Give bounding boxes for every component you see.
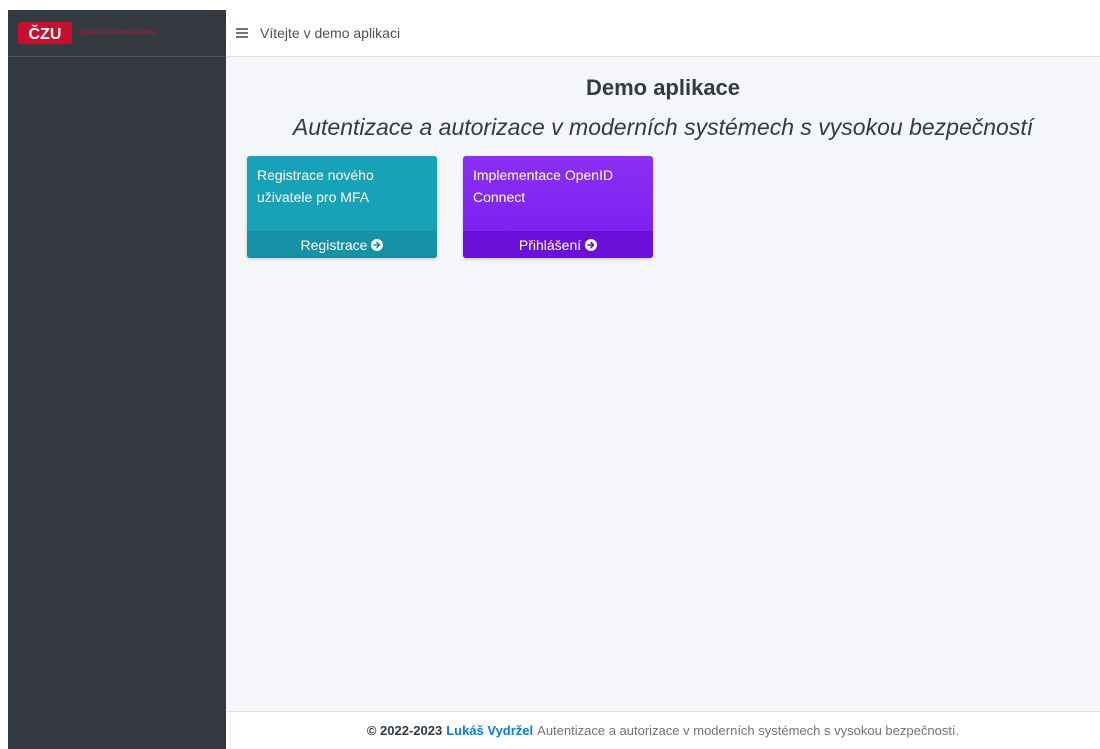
login-link[interactable]: Přihlášení — [463, 231, 653, 258]
registration-link[interactable]: Registrace — [247, 231, 437, 258]
registration-link-label: Registrace — [300, 236, 368, 253]
footer-author-link[interactable]: Lukáš Vydržel — [446, 723, 533, 738]
arrow-circle-right-icon — [371, 238, 384, 251]
menu-icon[interactable] — [236, 28, 248, 38]
page-title: Demo aplikace — [585, 75, 741, 100]
top-navbar: Vítejte v demo aplikaci — [226, 10, 1100, 57]
footer-copyright: © 2022-2023 — [366, 723, 443, 738]
openid-card: Implementace OpenID Connect Přihlášení — [463, 156, 653, 258]
content: Demo aplikace Autentizace a autorizace v… — [226, 57, 1100, 276]
sidebar: ČZU Provozně ekonomická fakulta — [8, 10, 226, 749]
navbar-title: Vítejte v demo aplikaci — [260, 25, 401, 41]
brand-text: Provozně ekonomická fakulta — [78, 29, 157, 36]
main-area: Vítejte v demo aplikaci Demo aplikace Au… — [226, 10, 1100, 749]
page-footer: © 2022-2023 Lukáš Vydržel Autentizace a … — [226, 711, 1100, 749]
brand-link[interactable]: ČZU Provozně ekonomická fakulta — [8, 10, 226, 57]
login-link-label: Přihlášení — [518, 236, 582, 253]
footer-text: Autentizace a autorizace v moderních sys… — [537, 723, 960, 738]
card-row: Registrace nového uživatele pro MFA Regi… — [226, 156, 1100, 276]
czu-logo: ČZU — [18, 22, 72, 44]
svg-text:ČZU: ČZU — [29, 24, 62, 43]
page-subtitle: Autentizace a autorizace v moderních sys… — [292, 114, 1034, 140]
card-text: Implementace OpenID Connect — [473, 167, 614, 205]
card-text: Registrace nového uživatele pro MFA — [257, 167, 374, 205]
arrow-circle-right-icon — [585, 238, 598, 251]
registration-card: Registrace nového uživatele pro MFA Regi… — [247, 156, 437, 258]
